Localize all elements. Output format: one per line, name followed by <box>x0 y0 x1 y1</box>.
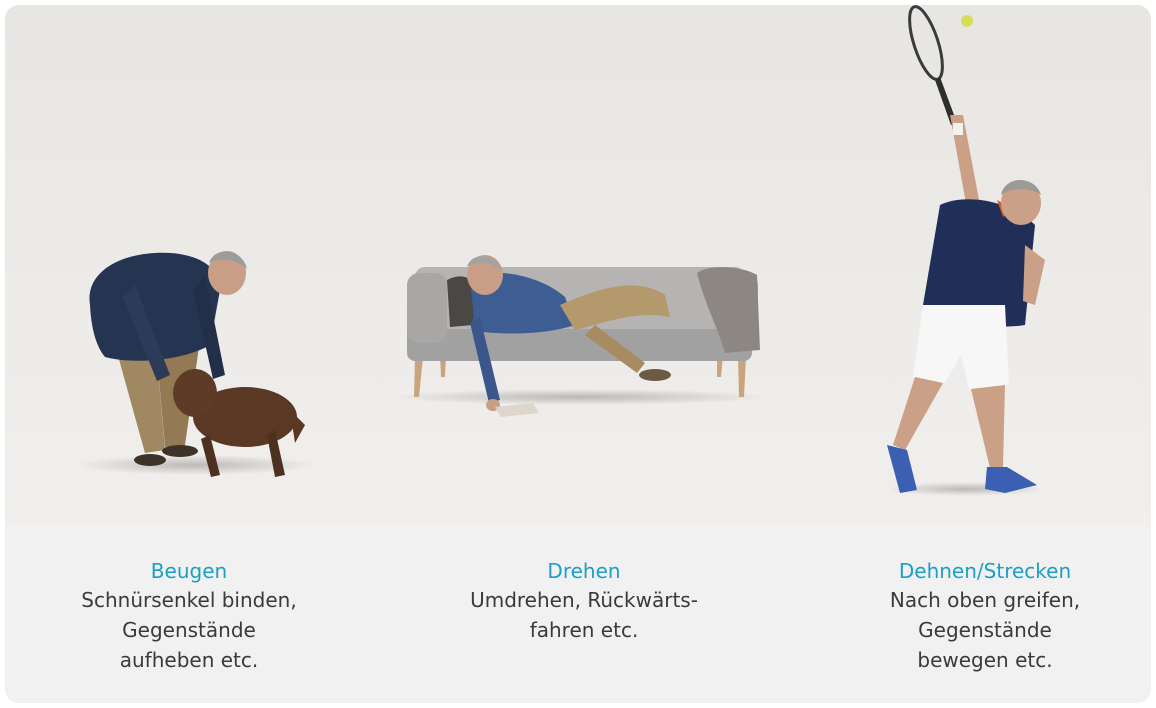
caption-turning: Drehen Umdrehen, Rückwärts- fahren etc. <box>394 558 774 645</box>
caption-title-bending: Beugen <box>150 559 228 583</box>
caption-title-stretching: Dehnen/Strecken <box>898 559 1072 583</box>
captions-bar: Beugen Schnürsenkel binden, Gegenstände … <box>5 526 1151 703</box>
caption-line: Gegenstände <box>122 618 256 642</box>
caption-line: fahren etc. <box>529 618 639 642</box>
caption-line: Nach oben greifen, <box>889 588 1081 612</box>
caption-line: aufheben etc. <box>119 648 259 672</box>
caption-bending: Beugen Schnürsenkel binden, Gegenstände … <box>5 558 379 675</box>
caption-line: Gegenstände <box>918 618 1052 642</box>
scene-photo <box>5 5 1151 526</box>
sofa-man-turning-figure <box>390 255 770 417</box>
caption-line: Schnürsenkel binden, <box>81 588 297 612</box>
caption-stretching: Dehnen/Strecken Nach oben greifen, Gegen… <box>795 558 1151 675</box>
caption-line: bewegen etc. <box>917 648 1053 672</box>
illustration-card: Beugen Schnürsenkel binden, Gegenstände … <box>5 5 1151 703</box>
caption-title-turning: Drehen <box>547 559 621 583</box>
caption-line: Umdrehen, Rückwärts- <box>470 588 698 612</box>
